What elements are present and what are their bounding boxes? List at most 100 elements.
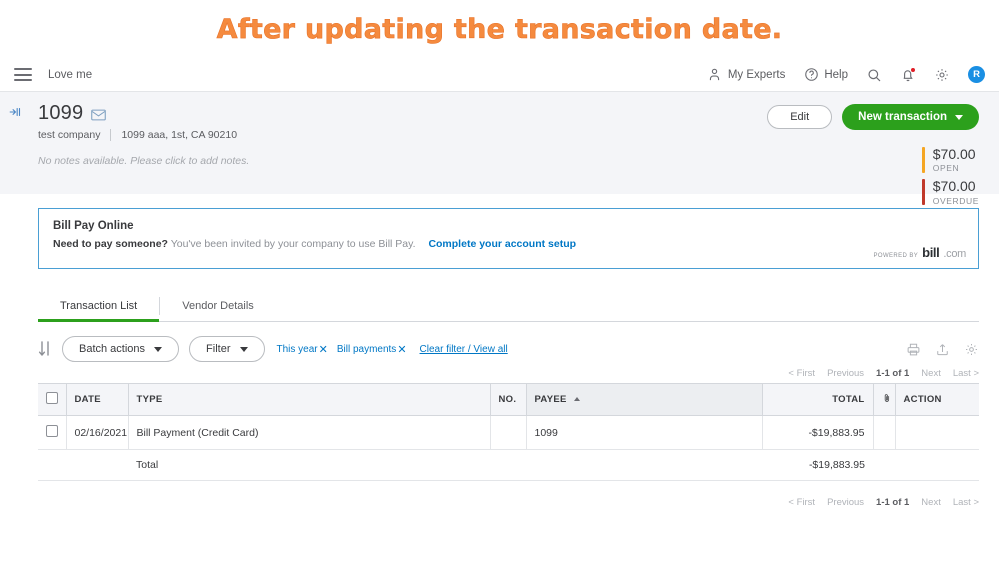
page-title: 1099 bbox=[38, 102, 84, 124]
vendor-stats: $70.00 OPEN $70.00 OVERDUE bbox=[921, 146, 979, 212]
powered-by-bill-logo: POWERED BY bill .com bbox=[873, 245, 966, 260]
annotation-banner: After updating the transaction date. bbox=[0, 0, 999, 58]
bill-pay-title: Bill Pay Online bbox=[53, 220, 134, 232]
total-spacer-4 bbox=[526, 449, 762, 481]
company-brand-label[interactable]: Love me bbox=[48, 69, 92, 81]
cell-attachment bbox=[872, 415, 895, 450]
envelope-icon[interactable] bbox=[91, 108, 107, 120]
column-header-payee[interactable]: PAYEE bbox=[525, 383, 762, 416]
bill-pay-message: You've been invited by your company to u… bbox=[170, 238, 416, 250]
vendor-address: 1099 aaa, 1st, CA 90210 bbox=[121, 129, 238, 141]
table-settings-gear-icon[interactable] bbox=[964, 342, 979, 357]
close-icon[interactable]: ✕ bbox=[397, 343, 406, 356]
stat-amount: $70.00 bbox=[932, 146, 976, 162]
select-all-header bbox=[38, 383, 66, 416]
powered-by-label: POWERED BY bbox=[873, 253, 919, 259]
main-content: Bill Pay Online Need to pay someone? You… bbox=[0, 208, 999, 508]
filter-chip-this-year[interactable]: This year ✕ bbox=[277, 343, 328, 356]
edit-button[interactable]: Edit bbox=[767, 105, 833, 129]
stat-overdue[interactable]: $70.00 OVERDUE bbox=[921, 178, 979, 206]
total-spacer-7 bbox=[895, 449, 979, 481]
stat-open[interactable]: $70.00 OPEN bbox=[921, 146, 979, 174]
column-header-type[interactable]: TYPE bbox=[127, 383, 490, 416]
pagination-previous[interactable]: Previous bbox=[827, 497, 864, 508]
pagination-last[interactable]: Last > bbox=[953, 368, 979, 379]
table-header-row: DATE TYPE NO. PAYEE TOTAL ACTION bbox=[38, 383, 979, 416]
filter-button[interactable]: Filter bbox=[189, 336, 265, 362]
stat-color-bar bbox=[921, 147, 925, 173]
pagination-last[interactable]: Last > bbox=[953, 497, 979, 508]
row-checkbox[interactable] bbox=[46, 425, 58, 437]
column-header-total[interactable]: TOTAL bbox=[763, 383, 873, 416]
filter-label: Filter bbox=[206, 343, 231, 355]
vendor-notes-placeholder[interactable]: No notes available. Please click to add … bbox=[38, 155, 979, 167]
vendor-header-actions: Edit New transaction bbox=[767, 104, 979, 130]
top-nav-actions: My Experts Help R bbox=[707, 66, 985, 83]
tab-vendor-details[interactable]: Vendor Details bbox=[160, 291, 276, 321]
new-transaction-label: New transaction bbox=[858, 111, 947, 123]
sort-arrow-icon[interactable] bbox=[38, 340, 52, 358]
total-value-cell: -$19,883.95 bbox=[763, 449, 873, 481]
chevron-down-icon bbox=[154, 346, 163, 352]
top-navigation-bar: Love me My Experts Help R bbox=[0, 58, 999, 91]
close-icon[interactable]: ✕ bbox=[319, 343, 328, 356]
stat-label: OVERDUE bbox=[932, 195, 979, 206]
pagination-previous[interactable]: Previous bbox=[827, 368, 864, 379]
complete-account-setup-link[interactable]: Complete your account setup bbox=[428, 238, 576, 250]
gear-icon[interactable] bbox=[934, 67, 950, 83]
row-select-cell bbox=[38, 415, 66, 450]
new-transaction-button[interactable]: New transaction bbox=[842, 104, 979, 130]
pagination-current: 1-1 of 1 bbox=[876, 368, 910, 379]
batch-actions-button[interactable]: Batch actions bbox=[62, 336, 180, 362]
pagination-next[interactable]: Next bbox=[921, 497, 941, 508]
stat-label: OPEN bbox=[932, 163, 960, 174]
cell-total: -$19,883.95 bbox=[763, 415, 873, 450]
tab-transaction-list[interactable]: Transaction List bbox=[38, 291, 160, 322]
expand-panel-icon[interactable] bbox=[8, 105, 24, 119]
pagination-top: < First Previous 1-1 of 1 Next Last > bbox=[38, 368, 979, 379]
help-button[interactable]: Help bbox=[803, 67, 848, 83]
my-experts-button[interactable]: My Experts bbox=[707, 67, 785, 83]
hamburger-menu-icon[interactable] bbox=[14, 68, 32, 81]
chevron-down-icon bbox=[239, 346, 248, 352]
filter-chip-label: This year bbox=[276, 343, 318, 355]
total-spacer-6 bbox=[873, 449, 895, 481]
column-header-no[interactable]: NO. bbox=[489, 383, 526, 416]
table-body: 02/16/2021 Bill Payment (Credit Card) 10… bbox=[38, 415, 979, 481]
cell-date: 02/16/2021 bbox=[65, 415, 128, 450]
pagination-next[interactable]: Next bbox=[921, 368, 941, 379]
stat-color-bar bbox=[921, 179, 925, 206]
cell-type[interactable]: Bill Payment (Credit Card) bbox=[127, 415, 490, 450]
bill-pay-banner: Bill Pay Online Need to pay someone? You… bbox=[38, 208, 979, 269]
print-icon[interactable] bbox=[906, 342, 921, 357]
cell-action[interactable] bbox=[894, 415, 979, 450]
bill-domain-suffix: .com bbox=[943, 248, 966, 260]
filter-chip-bill-payments[interactable]: Bill payments ✕ bbox=[337, 343, 407, 356]
select-all-checkbox[interactable] bbox=[46, 392, 58, 404]
column-header-date[interactable]: DATE bbox=[65, 383, 128, 416]
notification-dot bbox=[910, 66, 916, 73]
search-icon[interactable] bbox=[866, 67, 882, 83]
total-label-cell: Total bbox=[128, 449, 490, 481]
transaction-table: DATE TYPE NO. PAYEE TOTAL ACTION 02/16/2… bbox=[38, 383, 979, 481]
pagination-first[interactable]: < First bbox=[788, 368, 815, 379]
export-icon[interactable] bbox=[935, 342, 950, 357]
bill-wordmark: bill bbox=[922, 245, 940, 260]
total-spacer-2 bbox=[66, 449, 128, 481]
table-header: DATE TYPE NO. PAYEE TOTAL ACTION bbox=[38, 383, 979, 416]
total-spacer-1 bbox=[38, 449, 66, 481]
clear-filter-link[interactable]: Clear filter / View all bbox=[420, 344, 508, 355]
pagination-first[interactable]: < First bbox=[788, 497, 815, 508]
annotation-text: After updating the transaction date. bbox=[216, 13, 783, 45]
help-label: Help bbox=[824, 68, 848, 81]
bill-pay-message-row: Need to pay someone? You've been invited… bbox=[53, 238, 964, 250]
paperclip-icon bbox=[882, 394, 892, 407]
person-icon bbox=[707, 67, 723, 83]
column-header-action: ACTION bbox=[894, 383, 979, 416]
user-avatar[interactable]: R bbox=[968, 66, 985, 83]
table-row[interactable]: 02/16/2021 Bill Payment (Credit Card) 10… bbox=[38, 415, 979, 450]
stat-amount: $70.00 bbox=[932, 178, 976, 195]
notifications-bell-icon[interactable] bbox=[900, 66, 916, 83]
pagination-current: 1-1 of 1 bbox=[876, 497, 910, 508]
table-total-row: Total -$19,883.95 bbox=[38, 449, 979, 481]
